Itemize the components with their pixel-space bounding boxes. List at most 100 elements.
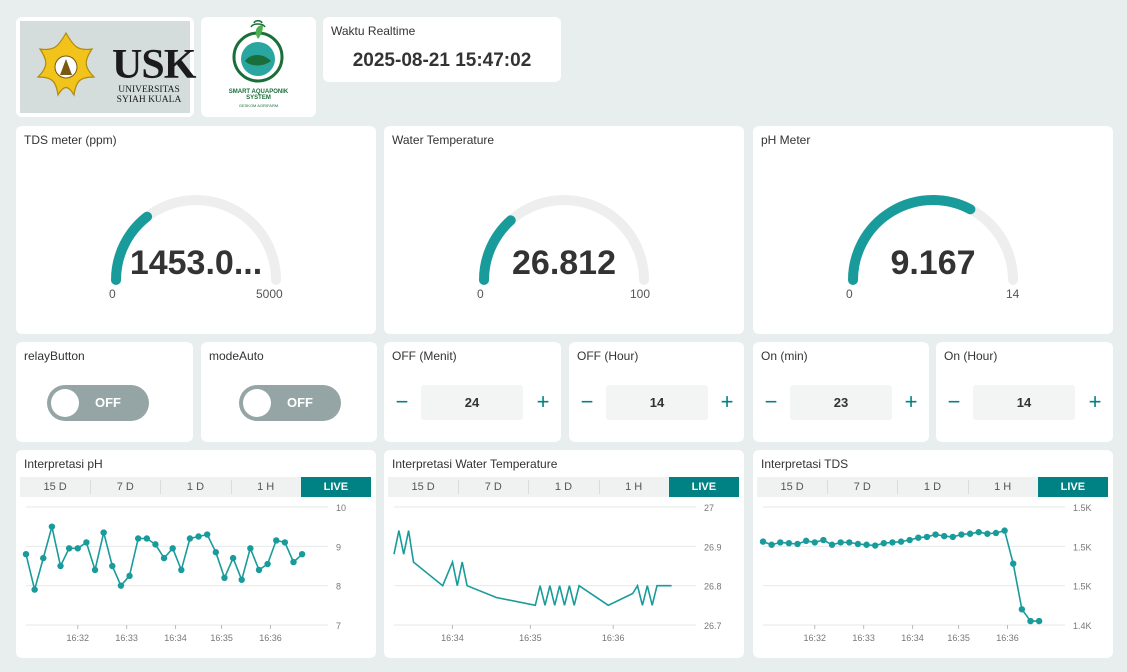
data-point — [880, 539, 887, 547]
decrement-button[interactable]: − — [392, 390, 412, 414]
data-point — [229, 554, 237, 562]
decrement-button[interactable]: − — [761, 390, 781, 414]
gauge-value: 9.167 — [890, 244, 976, 282]
chart-water-temp-plot: 26.7 26.8 26.9 27 16:34 16:35 16:36 — [393, 503, 722, 643]
increment-button[interactable]: + — [901, 390, 921, 414]
x-tick-label: 16:35 — [210, 633, 233, 643]
data-point — [992, 529, 1000, 537]
stepper-value: 14 — [973, 385, 1075, 420]
gauge-water-temp-dial — [479, 195, 649, 285]
data-point — [178, 566, 185, 574]
data-point — [897, 538, 905, 545]
data-point — [768, 541, 775, 548]
data-point — [837, 539, 844, 546]
data-point — [264, 560, 271, 568]
data-point — [100, 529, 107, 536]
data-point — [152, 541, 159, 548]
data-point — [74, 545, 81, 552]
data-point — [204, 531, 211, 538]
gauge-max-label: 5000 — [256, 287, 283, 301]
aquaponik-emblem-icon — [232, 20, 284, 83]
data-point — [846, 539, 853, 546]
decrement-button[interactable]: − — [577, 390, 597, 414]
increment-button[interactable]: + — [533, 390, 553, 414]
data-point — [91, 566, 99, 574]
y-tick-label: 1.5K — [1073, 582, 1092, 592]
stepper-title: On (Hour) — [944, 349, 998, 363]
stepper-value: 14 — [606, 385, 708, 420]
x-tick-label: 16:34 — [164, 633, 187, 643]
chart-ph-widget: Interpretasi pH 15 D7 D1 D1 H LIVE 7 8 9 10 1… — [16, 450, 376, 658]
aquaponik-subtitle: GESKOM AGRIFARM — [238, 103, 279, 108]
gauge-min-label: 0 — [846, 287, 853, 301]
usk-abbr: USK — [112, 42, 196, 88]
data-point — [160, 554, 168, 562]
data-point — [169, 545, 176, 552]
usk-logo-card: USK UNIVERSITAS SYIAH KUALA — [16, 17, 196, 117]
data-point — [863, 541, 870, 548]
data-point — [785, 539, 793, 547]
data-point — [1018, 606, 1026, 613]
increment-button[interactable]: + — [717, 390, 737, 414]
data-point — [777, 539, 784, 546]
y-tick-label: 1.5K — [1073, 542, 1092, 552]
data-point — [802, 537, 810, 545]
data-point — [958, 531, 965, 538]
data-point — [298, 551, 306, 558]
x-tick-label: 16:33 — [115, 633, 138, 643]
data-point — [871, 542, 879, 549]
x-tick-label: 16:36 — [259, 633, 282, 643]
data-point — [195, 533, 202, 540]
y-tick-label: 7 — [336, 621, 341, 631]
gauge-water-temp-widget: Water Temperature 26.812 0 100 — [384, 126, 744, 334]
usk-logo: USK UNIVERSITAS SYIAH KUALA — [20, 21, 196, 113]
y-tick-label: 1.4K — [1073, 621, 1092, 631]
x-tick-label: 16:32 — [67, 633, 90, 643]
data-point — [126, 572, 133, 580]
series-line — [393, 530, 672, 607]
chart-ph-plot: 7 8 9 10 16:32 16:33 16:34 16:35 16:36 — [22, 503, 346, 643]
data-point — [290, 558, 297, 566]
relay-button-toggle[interactable]: OFF — [47, 385, 149, 421]
data-point — [820, 536, 827, 544]
data-point — [975, 528, 982, 536]
data-point — [109, 562, 116, 570]
stepper-title: OFF (Menit) — [392, 349, 457, 363]
usk-emblem-icon — [36, 31, 96, 97]
gauge-ph-widget: pH Meter 9.167 0 14 — [753, 126, 1113, 334]
data-point — [186, 535, 194, 542]
switch-title: modeAuto — [209, 349, 264, 363]
y-tick-label: 27 — [704, 503, 714, 513]
realtime-value: 2025-08-21 15:47:02 — [352, 50, 532, 71]
data-point — [941, 532, 948, 540]
gauge-tds-dial — [111, 195, 281, 285]
data-point — [828, 541, 836, 548]
on-hour-stepper-widget: On (Hour) − 14 + — [936, 342, 1113, 442]
decrement-button[interactable]: − — [944, 390, 964, 414]
data-point — [255, 566, 263, 574]
x-tick-label: 16:34 — [441, 633, 464, 643]
data-point — [238, 576, 245, 583]
usk-name: UNIVERSITAS SYIAH KUALA — [112, 85, 186, 105]
data-point — [40, 554, 47, 562]
data-point — [281, 539, 289, 546]
usk-name-line1: UNIVERSITAS — [118, 85, 180, 95]
data-point — [57, 562, 64, 570]
off-menit-stepper-widget: OFF (Menit) − 24 + — [384, 342, 561, 442]
y-tick-label: 26.9 — [704, 542, 722, 552]
mode-auto-toggle[interactable]: OFF — [239, 385, 341, 421]
data-point — [759, 538, 767, 545]
mode-auto-widget: modeAuto OFF — [201, 342, 377, 442]
chart-tds-widget: Interpretasi TDS 15 D7 D1 D1 H LIVE 1.4K 1… — [753, 450, 1113, 658]
data-point — [247, 545, 254, 552]
data-point — [889, 539, 896, 546]
y-tick-label: 9 — [336, 542, 341, 552]
increment-button[interactable]: + — [1085, 390, 1105, 414]
data-point — [966, 530, 974, 537]
switch-title: relayButton — [24, 349, 85, 363]
x-tick-label: 16:32 — [804, 633, 827, 643]
data-point — [273, 537, 280, 544]
data-point — [1010, 560, 1017, 567]
x-tick-label: 16:35 — [519, 633, 542, 643]
data-point — [48, 523, 56, 530]
